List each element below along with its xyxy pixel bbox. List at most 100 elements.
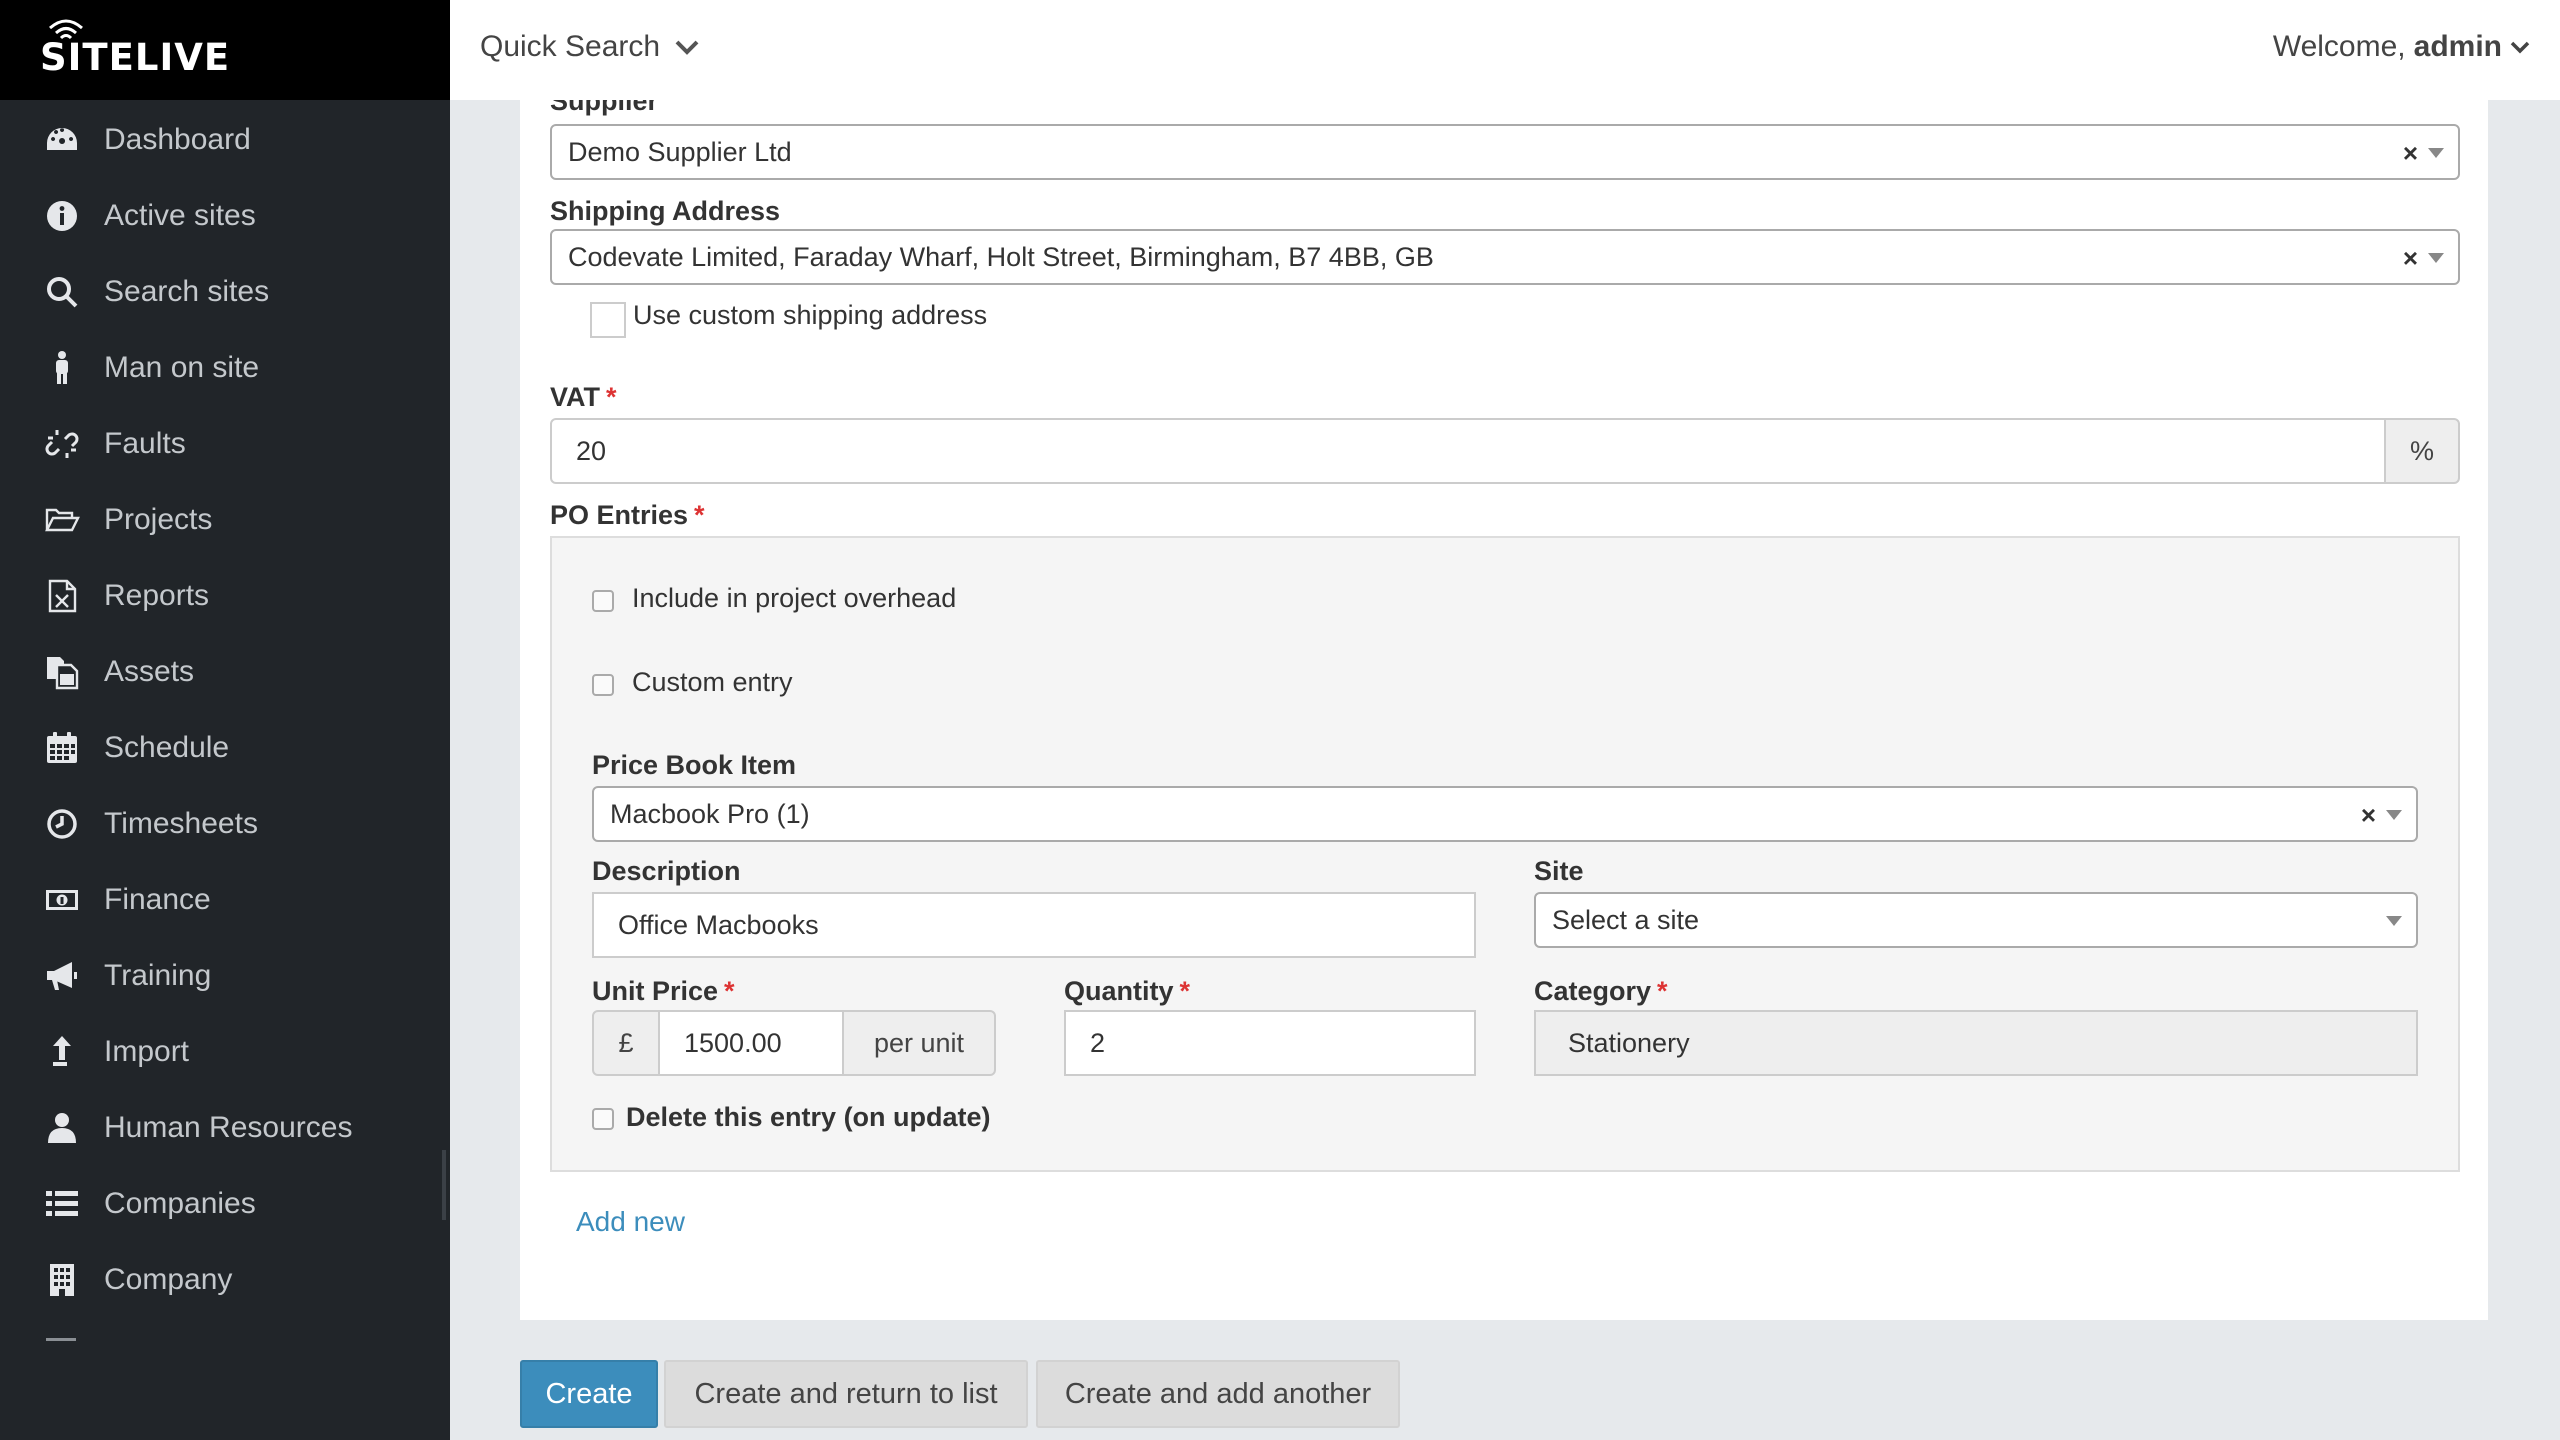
- sidebar-item-label: Timesheets: [104, 807, 258, 840]
- sidebar-item-companies[interactable]: Companies: [0, 1166, 450, 1242]
- per-unit-addon: per unit: [842, 1010, 996, 1076]
- bullhorn-icon: [42, 956, 82, 996]
- supplier-select[interactable]: Demo Supplier Ltd ×: [550, 124, 2460, 180]
- delete-entry-checkbox[interactable]: [592, 1108, 614, 1130]
- sidebar-item-reports[interactable]: Reports: [0, 558, 450, 634]
- overhead-label: Include in project overhead: [632, 583, 957, 613]
- quick-search-dropdown[interactable]: Quick Search: [480, 30, 700, 64]
- person-icon: [42, 348, 82, 388]
- sidebar-item-assets[interactable]: Assets: [0, 634, 450, 710]
- brand-header[interactable]: SITELIVE: [0, 0, 450, 100]
- clear-icon[interactable]: ×: [2403, 138, 2418, 169]
- money-icon: [42, 880, 82, 920]
- shipping-address-label: Shipping Address: [550, 196, 781, 226]
- po-entries-label: PO Entries: [550, 500, 689, 530]
- user-icon: [42, 1108, 82, 1148]
- supplier-label: Supplier: [550, 100, 659, 116]
- required-asterisk: *: [724, 976, 735, 1006]
- sidebar-item-training[interactable]: Training: [0, 938, 450, 1014]
- create-button[interactable]: Create: [520, 1360, 658, 1428]
- create-and-return-label: Create and return to list: [694, 1377, 998, 1410]
- sidebar-item-dashboard[interactable]: Dashboard: [0, 102, 450, 178]
- chevron-down-icon: [2510, 41, 2530, 54]
- copy-icon: [42, 652, 82, 692]
- sidebar-item-active-sites[interactable]: Active sites: [0, 178, 450, 254]
- sidebar-item-label: Man on site: [104, 351, 260, 384]
- custom-entry-label: Custom entry: [632, 667, 793, 697]
- vat-input[interactable]: 20: [550, 418, 2386, 484]
- info-icon: [42, 196, 82, 236]
- quantity-input[interactable]: 2: [1064, 1010, 1476, 1076]
- sidebar-item-label: Training: [104, 959, 212, 992]
- currency-symbol: £: [618, 1027, 634, 1058]
- vat-value: 20: [576, 435, 607, 466]
- vat-percent-addon: %: [2384, 418, 2460, 484]
- price-book-select[interactable]: Macbook Pro (1) ×: [592, 786, 2418, 842]
- clear-icon[interactable]: ×: [2361, 800, 2376, 831]
- sidebar-item-label: Import: [104, 1035, 190, 1068]
- site-select[interactable]: Select a site: [1534, 892, 2418, 948]
- site-label: Site: [1534, 856, 1584, 886]
- sidebar-item-company[interactable]: Company: [0, 1242, 450, 1318]
- sidebar-item-label: Schedule: [104, 731, 230, 764]
- sidebar-item-projects[interactable]: Projects: [0, 482, 450, 558]
- vat-label-group: VAT *: [550, 382, 617, 413]
- create-and-add-another-button[interactable]: Create and add another: [1036, 1360, 1400, 1428]
- sidebar-item-label: Active sites: [104, 199, 256, 232]
- create-and-return-button[interactable]: Create and return to list: [664, 1360, 1028, 1428]
- sidebar-item-faults[interactable]: Faults: [0, 406, 450, 482]
- shipping-address-value: Codevate Limited, Faraday Wharf, Holt St…: [568, 241, 1434, 272]
- percent-symbol: %: [2409, 435, 2434, 466]
- overhead-checkbox[interactable]: [592, 590, 614, 612]
- price-book-value: Macbook Pro (1): [610, 798, 810, 829]
- sidebar-item-search-sites[interactable]: Search sites: [0, 254, 450, 330]
- unit-price-label-group: Unit Price *: [592, 976, 735, 1007]
- custom-entry-checkbox[interactable]: [592, 674, 614, 696]
- shipping-address-select[interactable]: Codevate Limited, Faraday Wharf, Holt St…: [550, 229, 2460, 285]
- category-label-group: Category *: [1534, 976, 1668, 1007]
- sidebar-more-indicator: [46, 1338, 76, 1341]
- quantity-label-group: Quantity *: [1064, 976, 1190, 1007]
- currency-addon: £: [592, 1010, 660, 1076]
- brand-logo: SITELIVE: [40, 36, 231, 79]
- po-entries-label-group: PO Entries *: [550, 500, 705, 531]
- clock-icon: [42, 804, 82, 844]
- quick-search-label: Quick Search: [480, 30, 661, 63]
- description-input[interactable]: Office Macbooks: [592, 892, 1476, 958]
- sidebar-item-schedule[interactable]: Schedule: [0, 710, 450, 786]
- add-new-link[interactable]: Add new: [576, 1206, 685, 1238]
- quantity-value: 2: [1090, 1027, 1106, 1058]
- sidebar-item-label: Finance: [104, 883, 211, 916]
- category-value: Stationery: [1568, 1027, 1690, 1058]
- unit-price-input[interactable]: 1500.00: [658, 1010, 844, 1076]
- welcome-text: Welcome,: [2272, 30, 2406, 63]
- supplier-label-clip: Supplier: [550, 100, 950, 118]
- create-and-add-another-label: Create and add another: [1064, 1377, 1372, 1410]
- top-bar: Quick Search Welcome, admin: [450, 0, 2560, 100]
- sidebar-item-label: Search sites: [104, 275, 270, 308]
- required-asterisk: *: [1657, 976, 1668, 1006]
- custom-shipping-checkbox[interactable]: [590, 302, 626, 338]
- per-unit-text: per unit: [873, 1027, 965, 1058]
- user-menu[interactable]: Welcome, admin: [2273, 30, 2530, 64]
- sidebar-item-label: Assets: [104, 655, 195, 688]
- description-value: Office Macbooks: [618, 909, 819, 940]
- clear-icon[interactable]: ×: [2403, 243, 2418, 274]
- caret-down-icon: [2386, 810, 2402, 820]
- caret-down-icon: [2428, 148, 2444, 158]
- sidebar-item-label: Faults: [104, 427, 186, 460]
- unit-price-label: Unit Price: [592, 976, 719, 1006]
- sidebar-item-timesheets[interactable]: Timesheets: [0, 786, 450, 862]
- sidebar-item-label: Reports: [104, 579, 210, 612]
- custom-shipping-label: Use custom shipping address: [633, 300, 988, 330]
- po-entry-card: Include in project overhead Custom entry…: [550, 536, 2460, 1172]
- sidebar-item-man-on-site[interactable]: Man on site: [0, 330, 450, 406]
- sidebar-item-human-resources[interactable]: Human Resources: [0, 1090, 450, 1166]
- sidebar-item-import[interactable]: Import: [0, 1014, 450, 1090]
- sidebar-scrollbar[interactable]: [442, 1150, 446, 1220]
- quantity-label: Quantity: [1064, 976, 1174, 1006]
- list-icon: [42, 1184, 82, 1224]
- sidebar-item-finance[interactable]: Finance: [0, 862, 450, 938]
- required-asterisk: *: [606, 382, 617, 412]
- sidebar-item-label: Projects: [104, 503, 213, 536]
